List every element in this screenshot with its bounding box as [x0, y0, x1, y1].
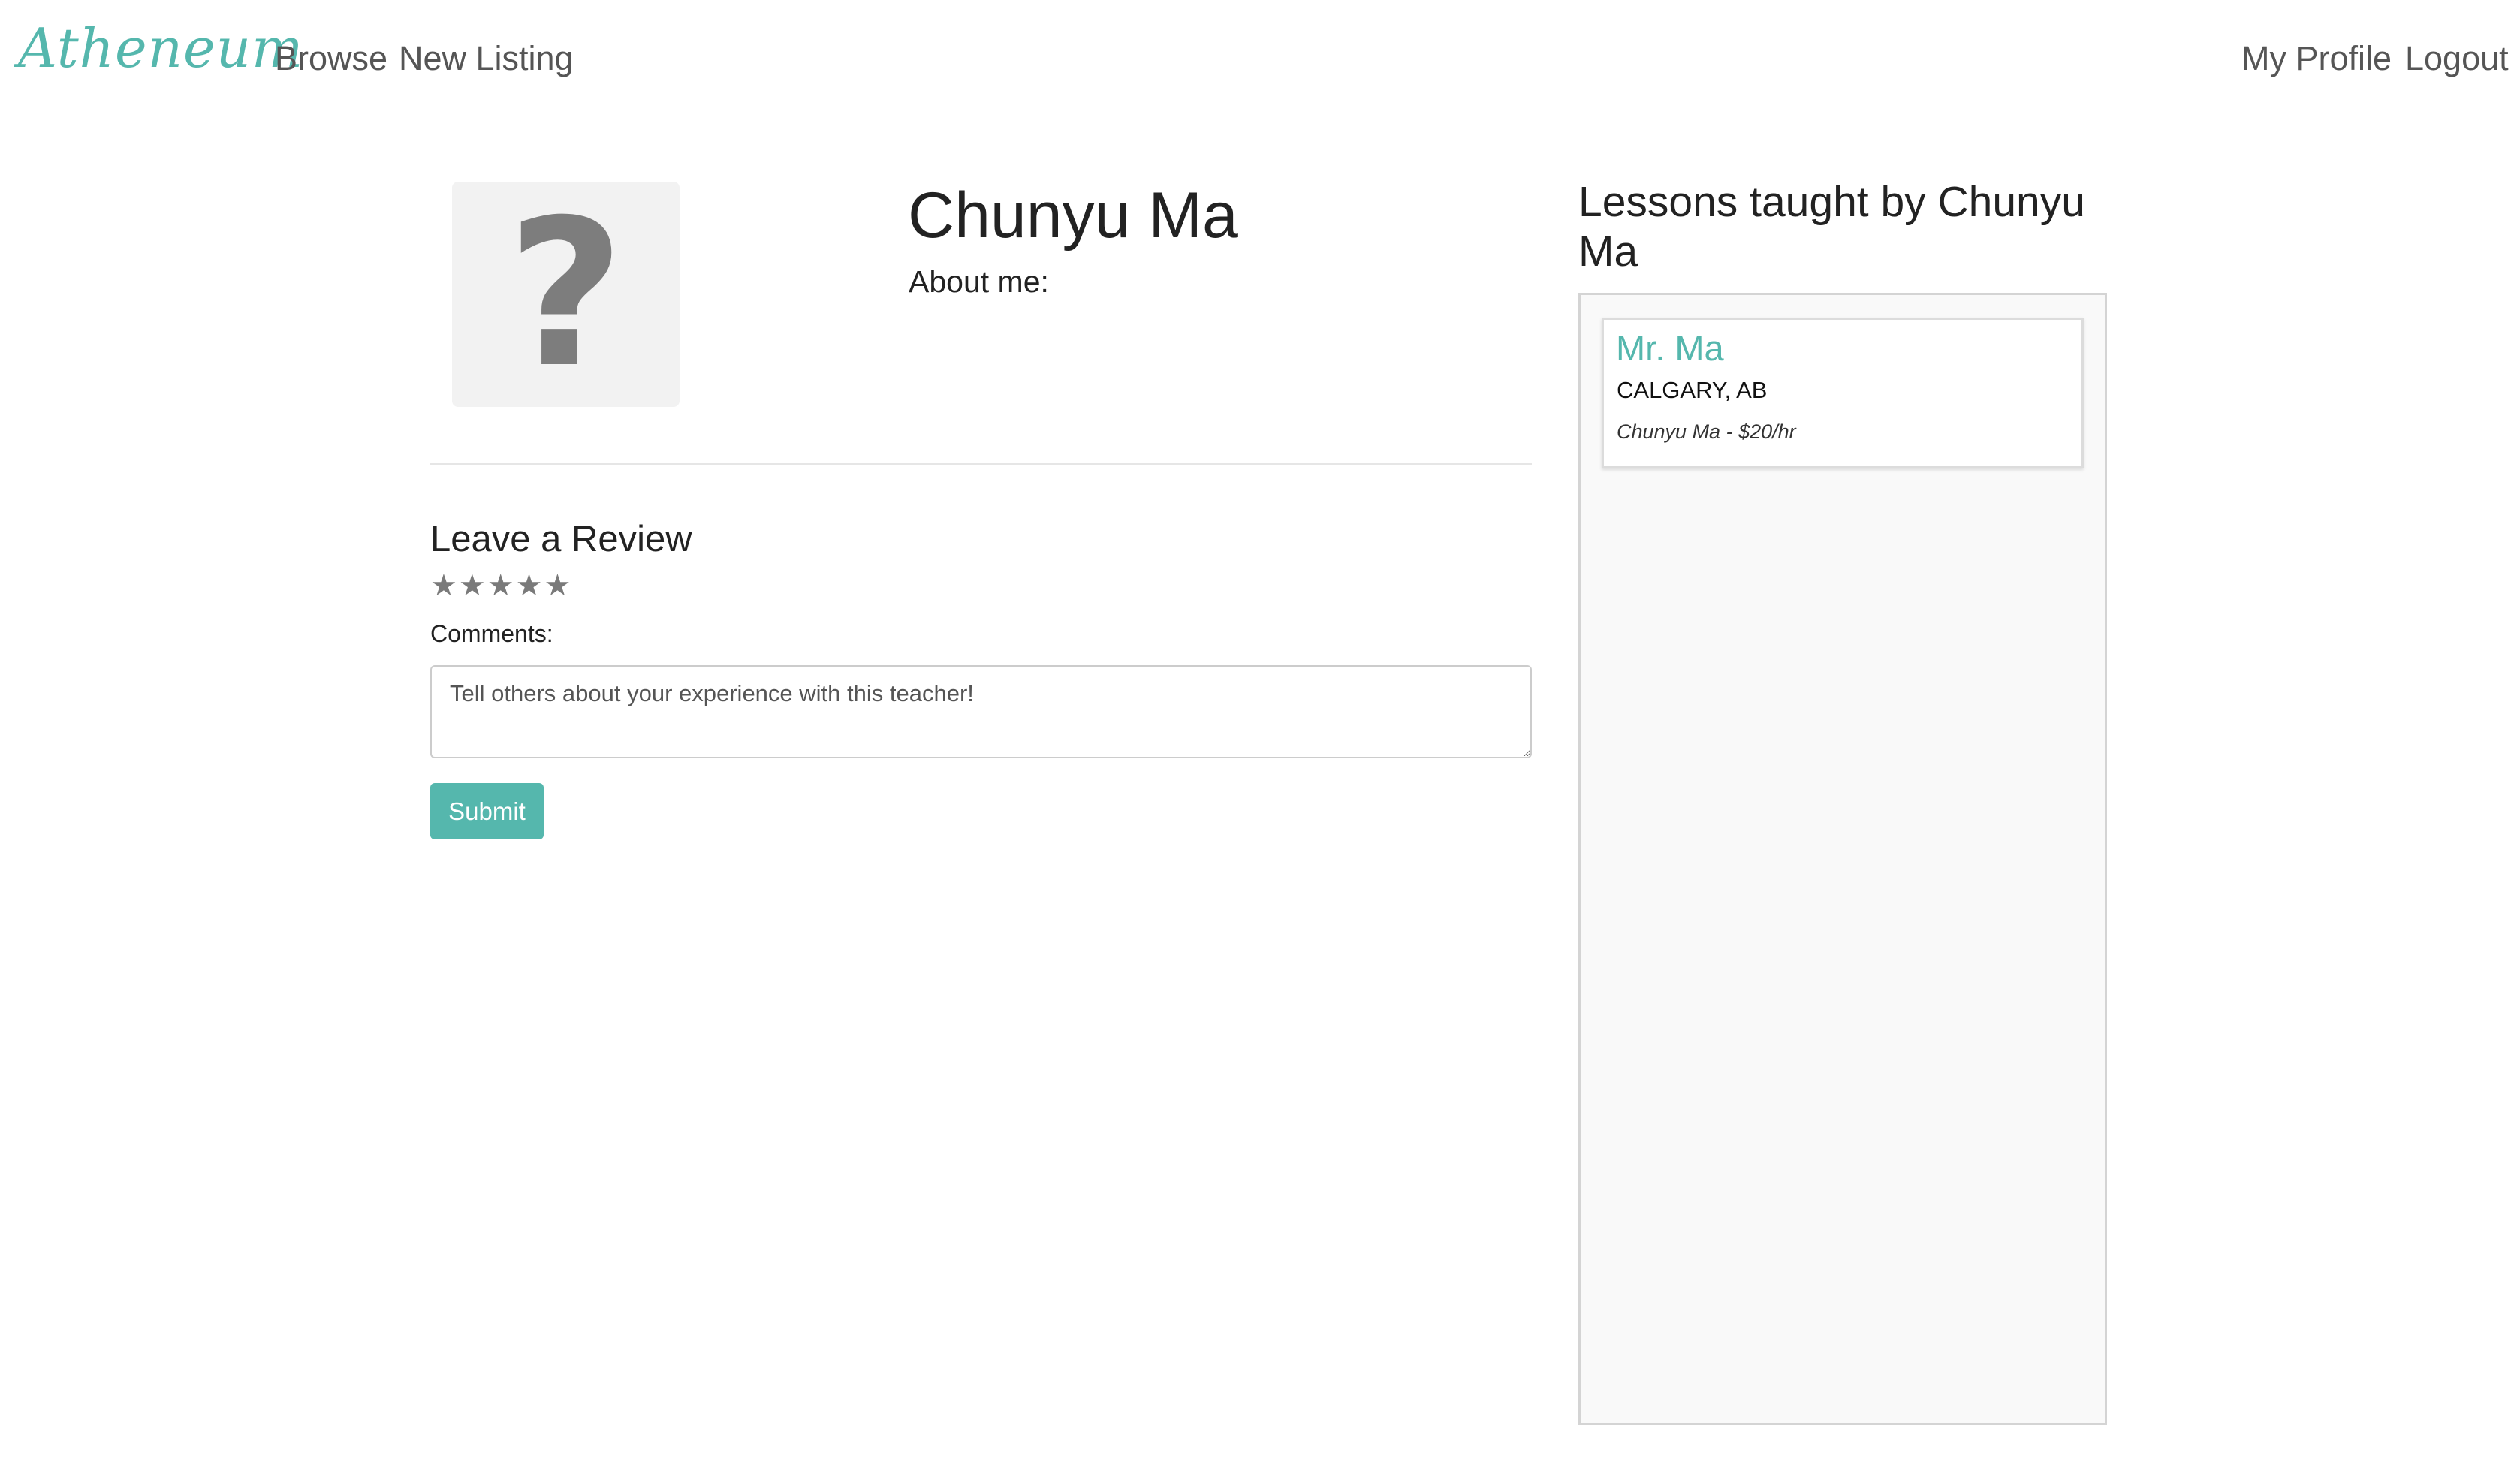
- top-navbar: Atheneum Browse New Listing My Profile L…: [0, 0, 2520, 120]
- lessons-heading: Lessons taught by Chunyu Ma: [1578, 178, 2085, 276]
- nav-browse-link[interactable]: Browse: [275, 39, 387, 78]
- section-divider: [430, 463, 1532, 465]
- star-icon-1[interactable]: ★: [430, 571, 457, 601]
- review-heading: Leave a Review: [430, 519, 692, 559]
- star-icon-2[interactable]: ★: [459, 571, 486, 601]
- lesson-location: CALGARY, AB: [1617, 377, 1768, 403]
- lesson-teacher-rate: Chunyu Ma - $20/hr: [1617, 420, 1796, 443]
- star-icon-4[interactable]: ★: [516, 571, 543, 601]
- lessons-list: Mr. Ma CALGARY, AB Chunyu Ma - $20/hr: [1578, 293, 2107, 1425]
- comments-label: Comments:: [430, 620, 553, 647]
- submit-button[interactable]: Submit: [430, 783, 544, 839]
- nav-my-profile-link[interactable]: My Profile: [2241, 39, 2392, 78]
- comments-textarea[interactable]: [430, 665, 1532, 758]
- star-rating[interactable]: ★ ★ ★ ★ ★: [430, 571, 572, 601]
- profile-name: Chunyu Ma: [908, 179, 1238, 252]
- lesson-title[interactable]: Mr. Ma: [1616, 327, 1724, 369]
- about-me-label: About me:: [909, 264, 1049, 299]
- brand-logo[interactable]: Atheneum: [18, 17, 303, 80]
- avatar: ?: [452, 182, 680, 407]
- nav-new-listing-link[interactable]: New Listing: [399, 39, 574, 78]
- lesson-card[interactable]: Mr. Ma CALGARY, AB Chunyu Ma - $20/hr: [1602, 318, 2084, 468]
- question-mark-icon: ?: [507, 176, 625, 412]
- nav-logout-link[interactable]: Logout: [2405, 39, 2509, 78]
- star-icon-3[interactable]: ★: [487, 571, 514, 601]
- star-icon-5[interactable]: ★: [544, 571, 571, 601]
